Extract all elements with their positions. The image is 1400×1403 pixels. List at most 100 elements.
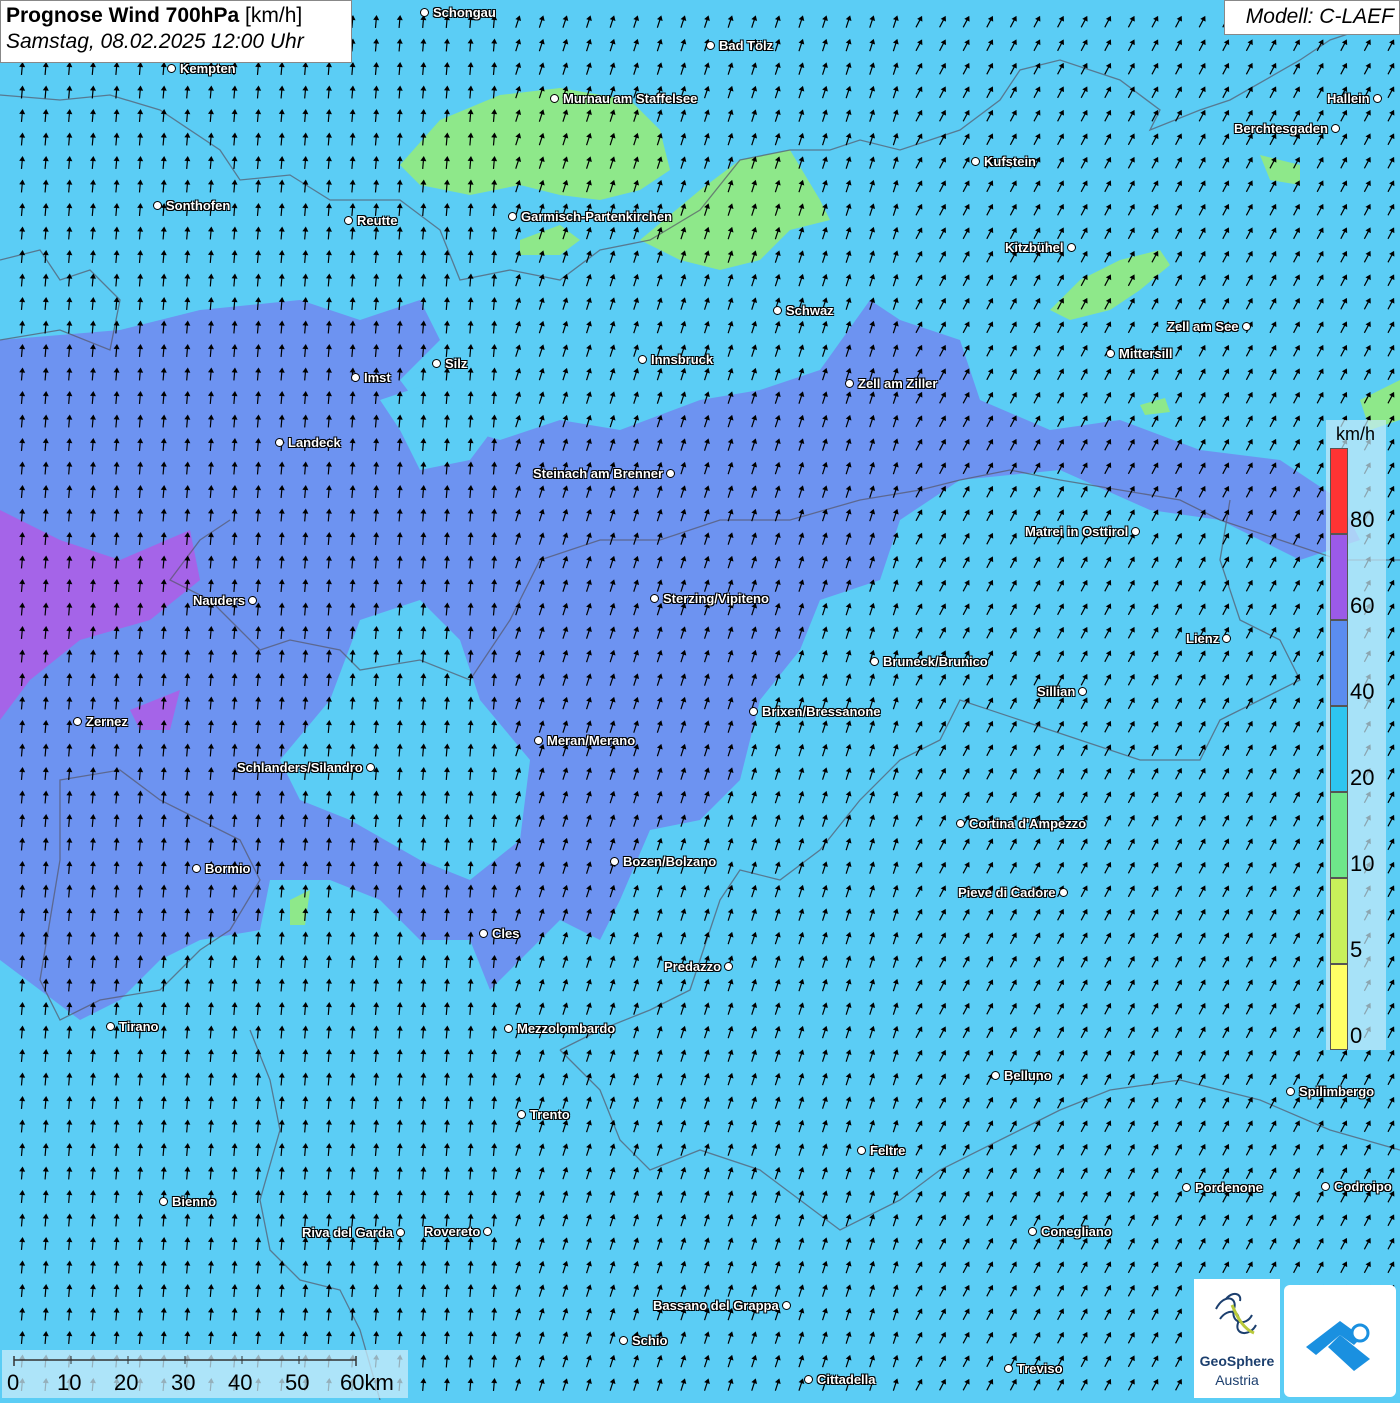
city-dot	[749, 707, 758, 716]
city-dot	[1321, 1182, 1330, 1191]
city-dot	[1182, 1183, 1191, 1192]
city-label: Mezzolombardo	[517, 1022, 615, 1036]
city-label: Zell am Ziller	[858, 377, 937, 391]
city-label: Landeck	[288, 436, 341, 450]
city-label: Codroipo	[1334, 1180, 1392, 1194]
city-label: Brixen/Bressanone	[762, 705, 881, 719]
legend-color-segment	[1330, 534, 1348, 620]
weather-app-logo[interactable]	[1284, 1285, 1396, 1397]
city-dot	[106, 1022, 115, 1031]
city-label: Schongau	[433, 6, 496, 20]
model-label: Modell: C-LAEF	[1224, 0, 1400, 35]
city-label: Sonthofen	[166, 199, 230, 213]
city-dot	[517, 1110, 526, 1119]
city-label: Cles	[492, 927, 519, 941]
city-dot	[724, 962, 733, 971]
city-dot	[534, 736, 543, 745]
city-label: Meran/Merano	[547, 734, 635, 748]
city-label: Bruneck/Brunico	[883, 655, 988, 669]
city-dot	[153, 201, 162, 210]
city-label: Kitzbühel	[1005, 241, 1064, 255]
city-dot	[782, 1301, 791, 1310]
scale-bar-label: 20	[114, 1370, 138, 1396]
city-label: Garmisch-Partenkirchen	[521, 210, 672, 224]
city-dot	[1331, 124, 1340, 133]
city-label: Schwaz	[786, 304, 834, 318]
city-label: Sillian	[1037, 685, 1075, 699]
city-dot	[706, 41, 715, 50]
city-dot	[1242, 322, 1251, 331]
city-dot	[971, 157, 980, 166]
city-label: Kufstein	[984, 155, 1036, 169]
city-label: Matrei in Osttirol	[1025, 525, 1128, 539]
city-dot	[1067, 243, 1076, 252]
city-dot	[650, 594, 659, 603]
city-label: Bad Tölz	[719, 39, 773, 53]
city-dot	[275, 438, 284, 447]
city-label: Tirano	[119, 1020, 159, 1034]
city-dot	[396, 1228, 405, 1237]
city-dot	[1106, 349, 1115, 358]
city-label: Murnau am Staffelsee	[563, 92, 697, 106]
city-label: Cittadella	[817, 1373, 876, 1387]
legend-color-segment	[1330, 706, 1348, 792]
city-label: Kempten	[180, 62, 236, 76]
city-dot	[1222, 634, 1231, 643]
city-label: Treviso	[1017, 1362, 1063, 1376]
city-dot	[773, 306, 782, 315]
legend-label: 40	[1350, 679, 1374, 705]
map-title-main: Prognose Wind 700hPa	[6, 4, 239, 27]
city-dot	[73, 717, 82, 726]
city-dot	[1078, 687, 1087, 696]
map-title-unit: [km/h]	[245, 4, 302, 27]
legend-label: 20	[1350, 765, 1374, 791]
city-label: Spilimbergo	[1299, 1085, 1374, 1099]
geosphere-logo[interactable]: GeoSphere Austria	[1194, 1279, 1280, 1398]
city-dot	[248, 596, 257, 605]
city-label: Cortina d'Ampezzo	[969, 817, 1086, 831]
legend-color-segment	[1330, 878, 1348, 964]
legend-color-segment	[1330, 448, 1348, 534]
city-label: Schio	[632, 1334, 667, 1348]
city-label: Schlanders/Silandro	[237, 761, 363, 775]
legend-color-segment	[1330, 620, 1348, 706]
scale-bar-label: 60km	[340, 1370, 394, 1396]
city-label: Bormio	[205, 862, 251, 876]
city-label: Berchtesgaden	[1234, 122, 1328, 136]
city-dot	[638, 355, 647, 364]
legend-color-segment	[1330, 964, 1348, 1050]
city-dot	[1286, 1087, 1295, 1096]
city-dot	[508, 212, 517, 221]
legend-label: 5	[1350, 937, 1362, 963]
weather-app-icon	[1284, 1285, 1396, 1397]
city-dot	[192, 864, 201, 873]
city-label: Mittersill	[1119, 347, 1172, 361]
city-label: Belluno	[1004, 1069, 1052, 1083]
city-dot	[1059, 888, 1068, 897]
city-dot	[420, 8, 429, 17]
city-dot	[1131, 527, 1140, 536]
legend-color-segment	[1330, 792, 1348, 878]
city-label: Predazzo	[664, 960, 721, 974]
city-dot	[550, 94, 559, 103]
city-label: Trento	[530, 1108, 570, 1122]
city-label: Imst	[364, 371, 391, 385]
logo-name: GeoSphere	[1194, 1353, 1280, 1369]
legend-unit: km/h	[1336, 424, 1375, 445]
logo-sub: Austria	[1194, 1372, 1280, 1388]
city-label: Bienno	[172, 1195, 216, 1209]
city-dot	[991, 1071, 1000, 1080]
city-dot	[167, 64, 176, 73]
city-label: Feltre	[870, 1144, 905, 1158]
city-dot	[504, 1024, 513, 1033]
city-label: Bozen/Bolzano	[623, 855, 716, 869]
scale-bar-label: 30	[171, 1370, 195, 1396]
city-dot	[619, 1336, 628, 1345]
city-dot	[1028, 1227, 1037, 1236]
city-label: Nauders	[193, 594, 245, 608]
city-label: Pordenone	[1195, 1181, 1263, 1195]
city-label: Hallein	[1327, 92, 1370, 106]
city-dot	[351, 373, 360, 382]
geosphere-mark-icon	[1194, 1279, 1280, 1353]
city-label: Reutte	[357, 214, 397, 228]
